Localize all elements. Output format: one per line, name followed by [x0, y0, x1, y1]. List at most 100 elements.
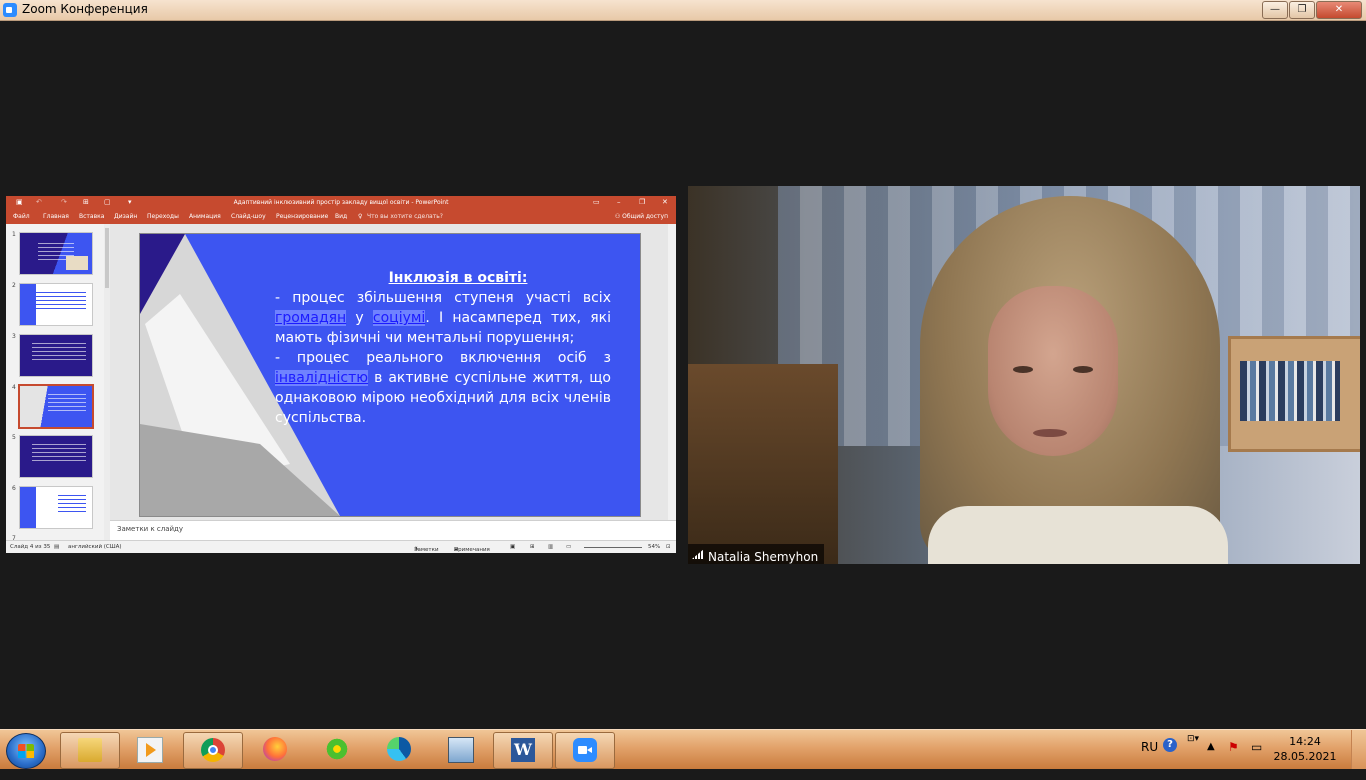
taskbar-chrome[interactable]: [183, 732, 243, 769]
zoom-icon: [573, 738, 597, 762]
thumb-text: [58, 495, 86, 513]
ppt-minimize-button[interactable]: –: [617, 198, 621, 206]
slide-thumbnail-4-selected[interactable]: [18, 384, 94, 429]
slide-thumbnail-3[interactable]: [19, 334, 93, 377]
tab-insert[interactable]: Вставка: [79, 213, 104, 220]
zoom-title-bar: Zoom Конференция — ❐ ✕: [0, 0, 1366, 21]
ppt-ribbon-tabs: Файл Главная Вставка Дизайн Переходы Ани…: [6, 210, 676, 224]
taskbar-zoom[interactable]: [555, 732, 615, 769]
slide-thumbnail-6[interactable]: [19, 486, 93, 529]
firefox-icon: [263, 737, 287, 761]
taskbar-icq[interactable]: [308, 732, 366, 767]
notes-label: Заметки: [414, 547, 439, 553]
ppt-window-title: Адаптивний інклюзивний простір закладу в…: [233, 199, 449, 206]
slide-counter: Слайд 4 из 35: [10, 544, 51, 550]
slide-thumbnail-5[interactable]: [19, 435, 93, 478]
hyperlink-disability[interactable]: інвалідністю: [275, 370, 369, 386]
action-center-icon[interactable]: ⚑: [1228, 740, 1239, 779]
share-button[interactable]: ⚇ Общий доступ: [615, 213, 668, 220]
language-indicator[interactable]: английский (США): [68, 544, 122, 550]
network-tray-icon[interactable]: ▭: [1251, 740, 1262, 779]
thumb-number: 5: [12, 434, 16, 441]
slide-editor: Інклюзія в освіті: - процес збільшення с…: [110, 224, 676, 520]
start-button[interactable]: [6, 733, 46, 769]
hyperlink-society[interactable]: соціумі: [372, 310, 426, 326]
windows-taskbar: W RU ? ⊡▾ ▲ ⚑ ▭ 14:24 28.05.2021: [0, 729, 1366, 769]
text-run: - процес збільшення ступеня участі всіх: [275, 290, 611, 306]
participant-video[interactable]: Natalia Shemyhon: [688, 186, 1360, 564]
slide-paragraph-1: - процес збільшення ступеня участі всіх …: [275, 288, 611, 348]
hyperlink-citizens[interactable]: громадян: [275, 310, 347, 326]
ppt-workspace: 1 2 3 4 5 6 7 Інклюзія в освіті: - проце…: [6, 224, 676, 541]
system-clock[interactable]: 14:24 28.05.2021: [1270, 734, 1340, 764]
current-slide[interactable]: Інклюзія в освіті: - процес збільшення с…: [139, 233, 641, 517]
clock-date: 28.05.2021: [1273, 750, 1337, 763]
ppt-title-bar: ▣ ↶ ↷ ⊞ ▢ ▾ Адаптивний інклюзивний прост…: [6, 196, 676, 210]
taskbar-explorer[interactable]: [60, 732, 120, 769]
taskbar-word[interactable]: W: [493, 732, 553, 769]
thumb-text: [32, 292, 86, 310]
zoom-level[interactable]: 54%: [648, 544, 660, 550]
thumb-number: 4: [12, 384, 16, 391]
person-mouth: [1033, 429, 1067, 437]
spellcheck-icon[interactable]: ▤: [54, 544, 59, 550]
zoom-app-icon: [3, 3, 17, 17]
shared-screen-powerpoint: ▣ ↶ ↷ ⊞ ▢ ▾ Адаптивний інклюзивний прост…: [6, 196, 676, 553]
scrollbar-thumb[interactable]: [105, 228, 109, 288]
taskbar-firefox[interactable]: [246, 732, 304, 767]
word-icon: W: [511, 738, 535, 762]
language-options-icon[interactable]: ⊡▾: [1187, 734, 1199, 773]
ppt-maximize-button[interactable]: ❐: [639, 198, 645, 206]
tab-animation[interactable]: Анимация: [189, 213, 221, 220]
show-hidden-icons[interactable]: ▲: [1207, 741, 1215, 780]
help-icon[interactable]: ?: [1163, 738, 1177, 752]
text-run: - процес реального включення осіб з: [275, 350, 611, 366]
tab-home[interactable]: Главная: [43, 213, 69, 220]
slide-heading: Інклюзія в освіті:: [388, 270, 528, 286]
taskbar-media-player[interactable]: [120, 732, 178, 767]
slideshow-view-icon[interactable]: ▭: [566, 544, 571, 550]
ppt-close-button[interactable]: ✕: [662, 198, 668, 206]
tab-view[interactable]: Вид: [335, 213, 347, 220]
close-button[interactable]: ✕: [1316, 1, 1362, 19]
tab-transitions[interactable]: Переходы: [147, 213, 179, 220]
show-desktop-button[interactable]: [1351, 730, 1366, 769]
window-title: Zoom Конференция: [22, 2, 148, 16]
slide-thumbnail-1[interactable]: [19, 232, 93, 275]
fit-to-window-icon[interactable]: ⊡: [666, 544, 671, 550]
slide-sorter-icon[interactable]: ⊞: [530, 544, 535, 550]
normal-view-icon[interactable]: ▣: [510, 544, 515, 550]
thumb-number: 2: [12, 282, 16, 289]
icq-icon: [325, 737, 349, 761]
maximize-button[interactable]: ❐: [1289, 1, 1315, 19]
ribbon-display-icon[interactable]: ▭: [593, 198, 600, 206]
wooden-shelf: [688, 364, 838, 564]
signal-strength-icon: [692, 549, 704, 559]
editor-scrollbar[interactable]: [668, 224, 676, 520]
participant-name-tag: Natalia Shemyhon: [688, 544, 825, 564]
zoom-camera-glyph: [578, 746, 587, 754]
media-player-icon: [137, 737, 163, 763]
zoom-slider[interactable]: [584, 547, 642, 548]
minimize-button[interactable]: —: [1262, 1, 1288, 19]
person-shirt: [928, 506, 1228, 564]
slide-paragraph-2: - процес реального включення осіб з інва…: [275, 348, 611, 428]
network-icon: [448, 737, 474, 763]
taskbar-edge[interactable]: [370, 732, 428, 767]
tab-file[interactable]: Файл: [13, 213, 30, 220]
notes-placeholder: Заметки к слайду: [117, 525, 184, 533]
chrome-icon: [201, 738, 225, 762]
taskbar-network[interactable]: [431, 732, 489, 767]
tab-design[interactable]: Дизайн: [114, 213, 137, 220]
notes-pane[interactable]: Заметки к слайду: [110, 520, 676, 541]
share-label: Общий доступ: [622, 213, 668, 220]
reading-view-icon[interactable]: ▥: [548, 544, 553, 550]
tell-me-search[interactable]: Что вы хотите сделать?: [367, 213, 443, 220]
comments-label: Примечания: [454, 547, 490, 553]
thumb-text: [32, 343, 86, 361]
tab-review[interactable]: Рецензирование: [276, 213, 328, 220]
tab-slideshow[interactable]: Слайд-шоу: [231, 213, 266, 220]
slide-thumbnail-2[interactable]: [19, 283, 93, 326]
chrome-center: [208, 745, 218, 755]
input-language[interactable]: RU: [1141, 740, 1158, 779]
